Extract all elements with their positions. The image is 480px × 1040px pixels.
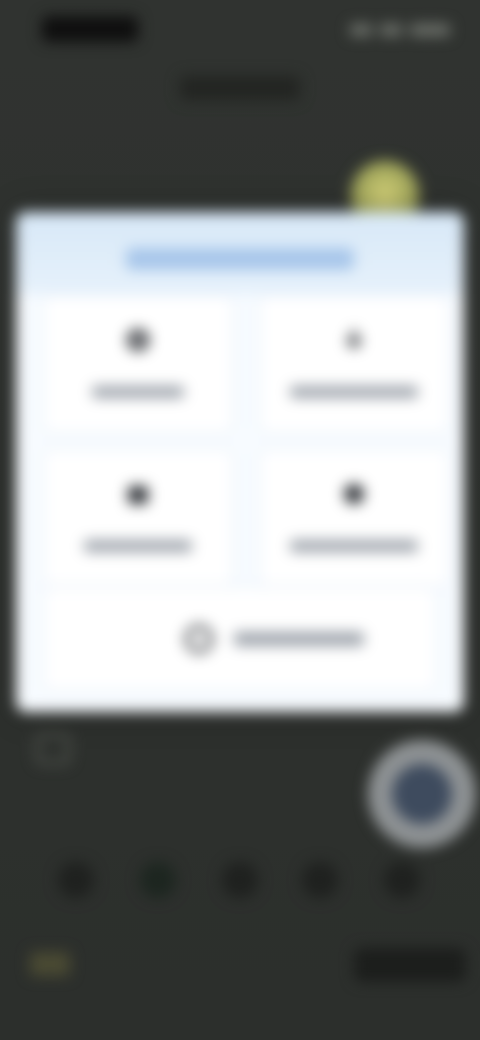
footer-left-icon[interactable] <box>30 952 70 976</box>
footer-bar <box>0 940 480 990</box>
battery-icon <box>410 24 450 36</box>
dialog-title <box>124 246 356 274</box>
refresh-icon <box>185 625 213 653</box>
option-4[interactable] <box>260 450 448 586</box>
cloud-icon <box>344 484 364 504</box>
nav-item-messages[interactable] <box>222 862 258 898</box>
chat-icon[interactable] <box>36 734 70 764</box>
status-bar <box>0 0 480 60</box>
status-time <box>40 12 140 46</box>
option-1[interactable] <box>44 296 232 432</box>
signal-icon <box>350 24 372 36</box>
footer-action-button[interactable] <box>354 948 466 982</box>
gear-icon <box>127 329 149 351</box>
nav-item-discover[interactable] <box>140 862 176 898</box>
folder-icon <box>128 486 148 504</box>
wifi-icon <box>380 24 402 36</box>
bottom-nav <box>0 850 480 910</box>
download-icon <box>345 330 363 349</box>
status-icons <box>340 24 450 38</box>
option-1-label <box>44 382 232 404</box>
nav-item-notifications[interactable] <box>302 862 338 898</box>
wide-action-button[interactable] <box>44 588 436 690</box>
option-2-label <box>260 382 448 404</box>
option-3-label <box>44 536 232 558</box>
fab-button[interactable] <box>392 764 452 824</box>
nav-item-profile[interactable] <box>384 862 420 898</box>
nav-item-home[interactable] <box>58 862 94 898</box>
screen <box>0 0 480 1040</box>
page-title-placeholder <box>180 76 300 100</box>
option-4-label <box>260 536 448 558</box>
option-grid <box>44 296 448 596</box>
option-3[interactable] <box>44 450 232 586</box>
wide-button-label <box>224 628 384 650</box>
dialog <box>16 212 464 712</box>
dialog-header <box>16 212 464 294</box>
option-2[interactable] <box>260 296 448 432</box>
